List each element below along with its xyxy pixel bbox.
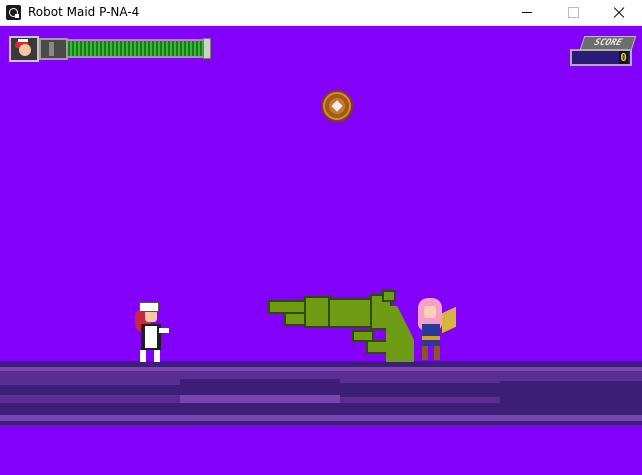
game-viewport[interactable]: SCORE 0 bbox=[0, 26, 642, 475]
ground-stripe bbox=[500, 371, 642, 381]
score-value: 0 bbox=[619, 51, 628, 64]
giant-cannon-arm bbox=[268, 290, 418, 366]
minimize-button[interactable] bbox=[504, 0, 550, 25]
ground-stripe bbox=[340, 371, 500, 383]
ground-stripe bbox=[0, 421, 642, 425]
health-bar bbox=[68, 39, 204, 58]
title-bar: Robot Maid P-NA-4 bbox=[0, 0, 642, 26]
ground-stripe bbox=[0, 395, 180, 403]
player-portrait bbox=[9, 36, 39, 62]
app-icon bbox=[6, 5, 21, 20]
close-button[interactable] bbox=[596, 0, 642, 25]
ground-stripe bbox=[180, 379, 340, 395]
ground-stripe bbox=[340, 383, 500, 397]
ground-floor bbox=[0, 361, 642, 425]
ground-stripe bbox=[0, 371, 180, 385]
maximize-button[interactable] bbox=[550, 0, 596, 25]
ground-stripe bbox=[180, 371, 340, 379]
health-bar-cap bbox=[203, 38, 211, 59]
health-bar-fill bbox=[68, 41, 204, 56]
bronze-coin bbox=[321, 90, 353, 122]
boss-girl bbox=[412, 298, 460, 362]
ground-stripe bbox=[0, 403, 642, 415]
ground-stripe bbox=[0, 385, 180, 395]
score-label: SCORE bbox=[579, 36, 637, 50]
score-panel: 0 bbox=[570, 49, 632, 66]
window-title: Robot Maid P-NA-4 bbox=[28, 5, 140, 19]
ground-stripe bbox=[500, 381, 642, 403]
player-maid bbox=[131, 302, 171, 364]
health-bar-frame bbox=[39, 38, 68, 60]
